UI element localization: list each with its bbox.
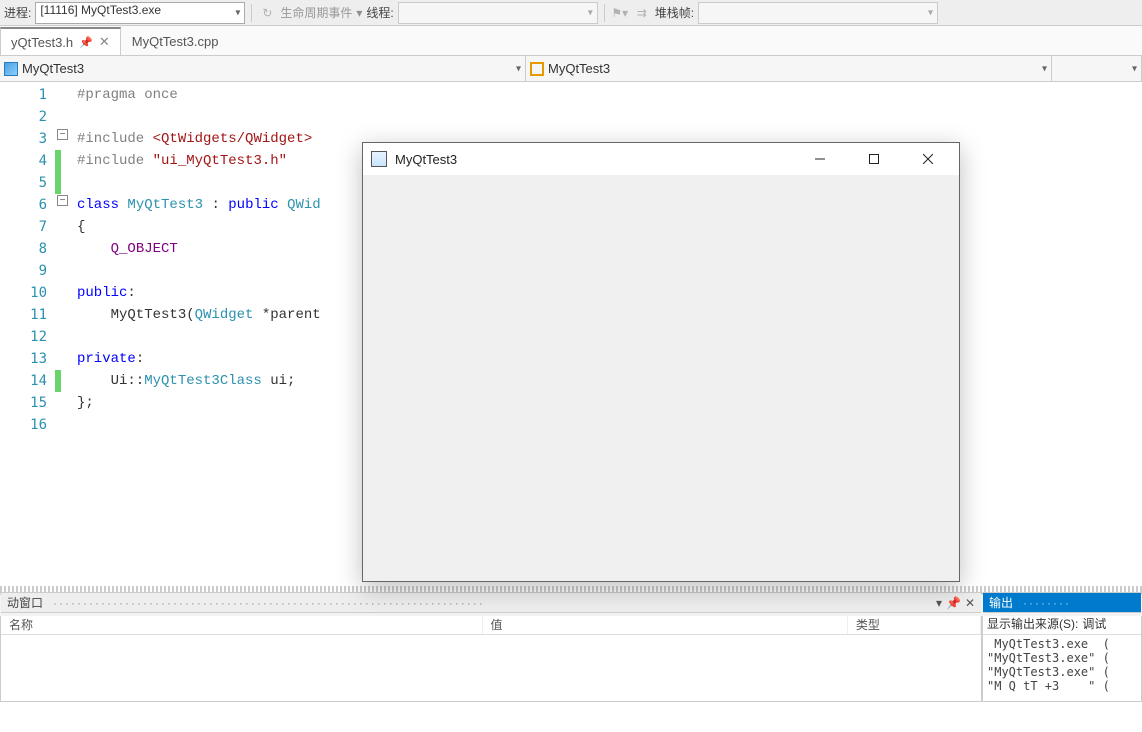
fold-toggle[interactable]: − — [57, 129, 68, 140]
tab-cpp-file[interactable]: MyQtTest3.cpp — [121, 27, 230, 55]
col-value[interactable]: 值 — [483, 613, 848, 634]
autos-pane: 动窗口 ····································… — [0, 592, 982, 702]
stackframe-dropdown[interactable] — [698, 2, 938, 24]
line-number-gutter: 12345678 910111213141516 — [0, 82, 55, 586]
thread-dropdown[interactable] — [398, 2, 598, 24]
running-app-window[interactable]: MyQtTest3 — [362, 142, 960, 582]
debug-toolbar: 进程: [11116] MyQtTest3.exe ↻ 生命周期事件 ▾ 线程:… — [0, 0, 1142, 26]
fold-toggle[interactable]: − — [57, 195, 68, 206]
tab-header-file[interactable]: yQtTest3.h 📌 ✕ — [0, 27, 121, 55]
document-tabstrip: yQtTest3.h 📌 ✕ MyQtTest3.cpp — [0, 26, 1142, 56]
col-type[interactable]: 类型 — [848, 613, 981, 634]
app-client-area[interactable] — [363, 175, 959, 581]
separator — [604, 4, 605, 22]
output-pane: 输出 ········ 显示输出来源(S): 调试 MyQtTest3.exe … — [982, 592, 1142, 702]
col-name[interactable]: 名称 — [1, 613, 483, 634]
change-marker — [55, 150, 61, 194]
close-icon[interactable]: ✕ — [99, 34, 110, 50]
output-source-row: 显示输出来源(S): 调试 — [983, 613, 1141, 635]
stackframe-label: 堆栈帧: — [655, 4, 694, 21]
maximize-button[interactable] — [851, 143, 897, 175]
code-nav-bar: MyQtTest3 ▾ MyQtTest3 ▾ ▾ — [0, 56, 1142, 82]
scope-dropdown[interactable]: MyQtTest3 ▾ — [0, 56, 526, 81]
separator — [251, 4, 252, 22]
bottom-tool-windows: 动窗口 ····································… — [0, 592, 1142, 702]
threads-icon: ⇉ — [633, 4, 651, 22]
member-dropdown[interactable]: MyQtTest3 ▾ — [526, 56, 1052, 81]
process-dropdown[interactable]: [11116] MyQtTest3.exe — [35, 2, 245, 24]
thread-label: 线程: — [366, 4, 393, 21]
app-titlebar[interactable]: MyQtTest3 — [363, 143, 959, 175]
pin-icon[interactable]: 📌 — [946, 596, 961, 610]
class-icon — [530, 62, 544, 76]
recycle-icon: ↻ — [258, 4, 276, 22]
pin-icon[interactable]: 📌 — [79, 36, 93, 49]
project-icon — [4, 62, 18, 76]
autos-columns: 名称 值 类型 — [1, 613, 981, 635]
fold-gutter: − − — [55, 82, 77, 586]
dropdown-icon[interactable]: ▾ — [936, 596, 942, 610]
close-button[interactable] — [905, 143, 951, 175]
output-text[interactable]: MyQtTest3.exe ( "MyQtTest3.exe" ( "MyQtT… — [983, 635, 1141, 701]
autos-pane-title: 动窗口 ····································… — [1, 593, 981, 613]
app-icon — [371, 151, 387, 167]
flag-icon: ⚑▾ — [611, 4, 629, 22]
lifecycle-caret: ▾ — [356, 6, 362, 20]
process-label: 进程: — [4, 4, 31, 21]
minimize-button[interactable] — [797, 143, 843, 175]
output-source-dropdown[interactable]: 调试 — [1082, 615, 1106, 632]
change-marker — [55, 370, 61, 392]
output-pane-title: 输出 ········ — [983, 593, 1141, 613]
lifecycle-label: 生命周期事件 — [280, 4, 352, 21]
app-title: MyQtTest3 — [395, 152, 789, 167]
function-dropdown[interactable]: ▾ — [1052, 56, 1142, 81]
close-icon[interactable]: ✕ — [965, 596, 975, 610]
output-source-label: 显示输出来源(S): — [987, 615, 1078, 632]
